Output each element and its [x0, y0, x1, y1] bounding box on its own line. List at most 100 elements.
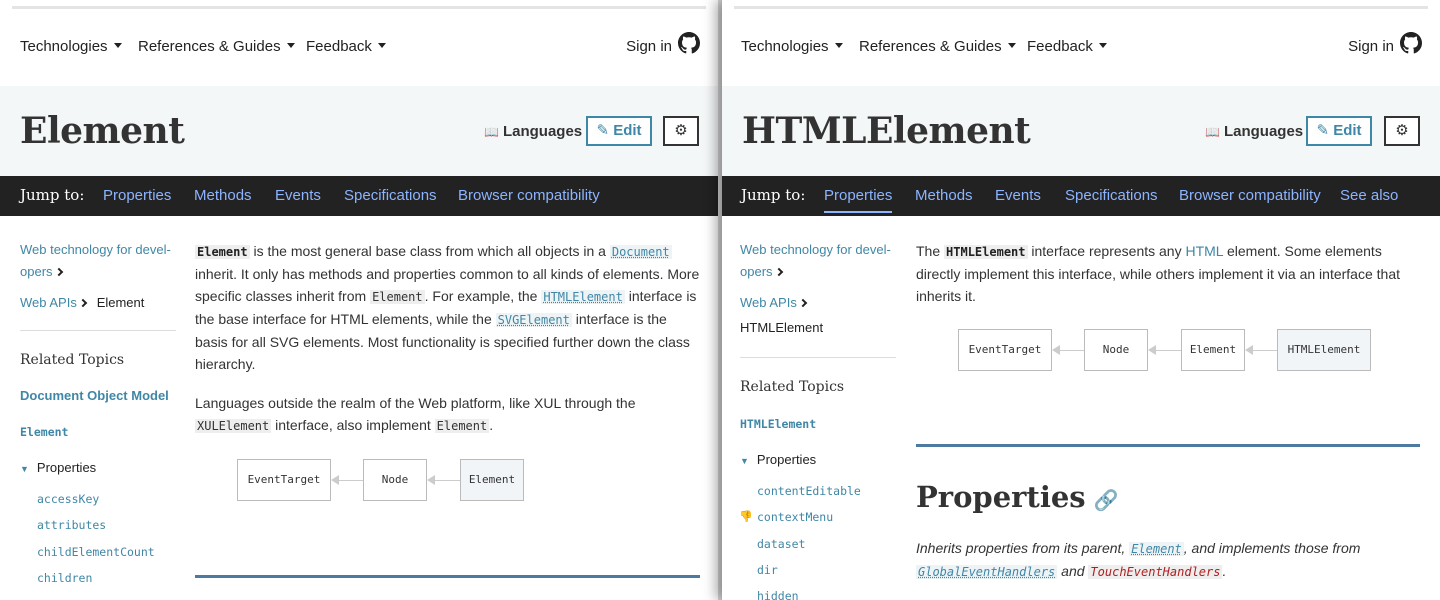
link-document[interactable]: Document: [609, 245, 672, 259]
breadcrumb-web-apis[interactable]: Web APIs Element: [20, 292, 176, 314]
sign-in-link[interactable]: Sign in: [1348, 32, 1422, 55]
breadcrumb: Web technology for devel-opers Web APIs …: [740, 239, 896, 335]
jump-label: Jump to:: [20, 186, 85, 204]
jump-properties[interactable]: Properties: [103, 187, 171, 204]
sidebar-properties-toggle[interactable]: ▼ Properties: [20, 459, 96, 477]
top-strip: [12, 6, 706, 9]
jump-specifications[interactable]: Specifications: [1065, 187, 1158, 204]
properties-heading: Properties 🔗: [916, 480, 1119, 514]
sidebar-item-dataset[interactable]: dataset: [757, 537, 805, 551]
pencil-icon: ✎: [1316, 122, 1330, 139]
thumbs-down-icon: 👎: [739, 510, 753, 523]
languages-button[interactable]: 📖 Languages: [484, 123, 582, 140]
sidebar-link-dom[interactable]: Document Object Model: [20, 388, 169, 403]
article-para-2: Languages outside the realm of the Web p…: [195, 395, 636, 433]
title-bar: Element 📖 Languages ✎ Edit ⚙: [0, 86, 718, 176]
nav-feedback[interactable]: Feedback: [306, 38, 386, 55]
jump-browser-compat[interactable]: Browser compatibility: [1179, 187, 1321, 204]
languages-button[interactable]: 📖 Languages: [1205, 123, 1303, 140]
diagram-box-element[interactable]: Element: [460, 459, 524, 501]
nav-feedback[interactable]: Feedback: [1027, 38, 1107, 55]
sidebar-item-contenteditable[interactable]: contentEditable: [757, 484, 861, 498]
github-icon: [1400, 32, 1422, 54]
nav-references[interactable]: References & Guides: [138, 38, 295, 55]
nav-technologies[interactable]: Technologies: [741, 38, 843, 55]
sidebar-item-childelementcount[interactable]: childElementCount: [37, 545, 155, 559]
breadcrumb-web-tech[interactable]: Web technology for devel-opers: [740, 239, 896, 283]
jump-browser-compat[interactable]: Browser compatibility: [458, 187, 600, 204]
breadcrumb-current: HTMLElement: [740, 320, 824, 335]
jump-methods[interactable]: Methods: [194, 187, 252, 204]
sign-in-link[interactable]: Sign in: [626, 32, 700, 55]
divider: [740, 357, 896, 358]
code-htmlelement: HTMLElement: [944, 245, 1028, 259]
arrow-icon: [1052, 345, 1060, 355]
page-title: Element: [20, 110, 185, 152]
diagram-box-htmlelement[interactable]: HTMLElement: [1277, 329, 1371, 371]
breadcrumb-web-apis[interactable]: Web APIs: [740, 292, 896, 314]
diagram-box-eventtarget[interactable]: EventTarget: [958, 329, 1052, 371]
sidebar-item-hidden[interactable]: hidden: [757, 589, 799, 600]
sidebar-item-dir[interactable]: dir: [757, 563, 778, 577]
article-intro: Element is the most general base class f…: [195, 243, 700, 372]
settings-button[interactable]: ⚙: [1384, 116, 1420, 146]
link-toucheventhandlers[interactable]: TouchEventHandlers: [1088, 565, 1223, 579]
nav-technologies[interactable]: Technologies: [20, 38, 122, 55]
related-topics-heading: Related Topics: [20, 352, 125, 368]
nav-references[interactable]: References & Guides: [859, 38, 1016, 55]
pencil-icon: ✎: [596, 122, 610, 139]
sidebar-properties-toggle[interactable]: ▼ Properties: [740, 451, 816, 469]
jump-specifications[interactable]: Specifications: [344, 187, 437, 204]
diagram-box-node[interactable]: Node: [363, 459, 427, 501]
edit-button[interactable]: ✎ Edit: [586, 116, 652, 146]
jump-properties[interactable]: Properties: [824, 187, 893, 213]
sidebar-item-accesskey[interactable]: accessKey: [37, 492, 99, 506]
caret-down-icon: [113, 42, 122, 48]
sidebar-item-contextmenu[interactable]: 👎 contextMenu: [739, 510, 833, 524]
sidebar-link-htmlelement[interactable]: HTMLElement: [740, 417, 816, 431]
diagram-box-node[interactable]: Node: [1084, 329, 1148, 371]
chevron-right-icon: [774, 267, 783, 277]
page-title: HTMLElement: [742, 110, 1031, 152]
diagram-box-eventtarget[interactable]: EventTarget: [237, 459, 331, 501]
caret-down-icon: [377, 42, 386, 48]
link-globaleventhandlers[interactable]: GlobalEventHandlers: [916, 565, 1058, 579]
jump-events[interactable]: Events: [275, 187, 321, 204]
link-element[interactable]: Element: [1129, 542, 1184, 556]
settings-button[interactable]: ⚙: [663, 116, 699, 146]
caret-down-icon: [286, 42, 295, 48]
code-element: Element: [434, 419, 490, 433]
main-nav: Technologies References & Guides Feedbac…: [0, 28, 718, 68]
link-htmlelement[interactable]: HTMLElement: [541, 290, 625, 304]
triangle-down-icon: ▼: [740, 456, 749, 466]
code-element: Element: [370, 290, 425, 304]
sidebar-item-children[interactable]: children: [37, 571, 92, 585]
jump-see-also[interactable]: See also: [1340, 187, 1398, 204]
link-icon[interactable]: 🔗: [1094, 488, 1119, 512]
arrow-icon: [331, 475, 339, 485]
sidebar-link-element[interactable]: Element: [20, 425, 68, 439]
link-html[interactable]: HTML: [1185, 243, 1223, 259]
triangle-down-icon: ▼: [20, 464, 29, 474]
translate-icon: 📖: [484, 125, 499, 139]
jump-events[interactable]: Events: [995, 187, 1041, 204]
edit-button[interactable]: ✎ Edit: [1306, 116, 1372, 146]
right-window: Technologies References & Guides Feedbac…: [722, 0, 1440, 600]
caret-down-icon: [1098, 42, 1107, 48]
top-strip: [734, 6, 1428, 9]
diagram-box-element[interactable]: Element: [1181, 329, 1245, 371]
jump-methods[interactable]: Methods: [915, 187, 973, 204]
divider: [20, 330, 176, 331]
arrow-icon: [1148, 345, 1156, 355]
inherits-text: Inherits properties from its parent, Ele…: [916, 540, 1361, 579]
caret-down-icon: [834, 42, 843, 48]
diagram-line: [1060, 350, 1085, 351]
main-nav: Technologies References & Guides Feedbac…: [722, 28, 1440, 68]
breadcrumb: Web technology for devel-opers Web APIs …: [20, 239, 176, 314]
gear-icon: ⚙: [1395, 122, 1409, 139]
sidebar-item-attributes[interactable]: attributes: [37, 518, 106, 532]
link-svgelement[interactable]: SVGElement: [495, 313, 572, 327]
jump-bar: Jump to: Properties Methods Events Speci…: [722, 176, 1440, 216]
jump-bar: Jump to: Properties Methods Events Speci…: [0, 176, 718, 216]
breadcrumb-web-tech[interactable]: Web technology for devel-opers: [20, 239, 176, 283]
